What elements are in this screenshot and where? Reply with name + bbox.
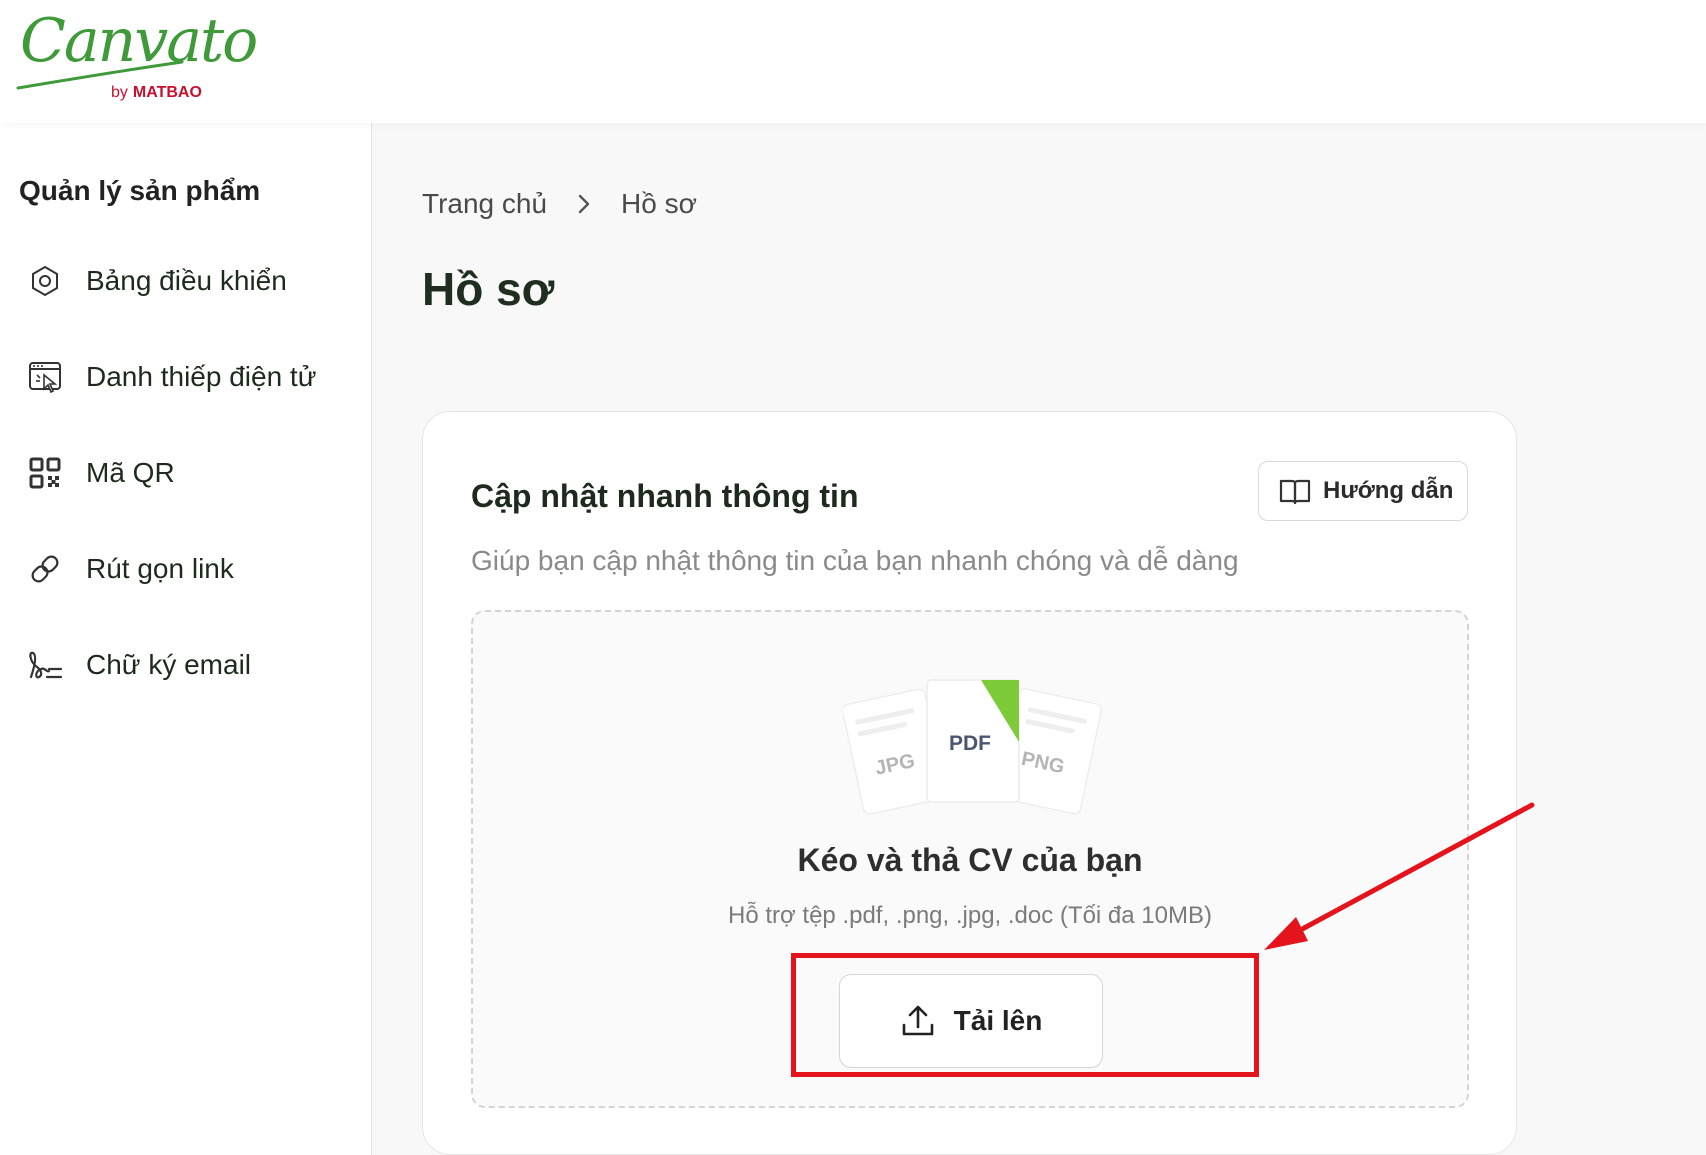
guide-button[interactable]: Hướng dẫn <box>1258 461 1468 521</box>
guide-button-label: Hướng dẫn <box>1323 477 1454 504</box>
page-title: Hồ sơ <box>422 263 555 315</box>
breadcrumb-current: Hồ sơ <box>621 188 697 219</box>
annotation-highlight-box <box>791 953 1259 1077</box>
top-header: Canvato by MATBAO <box>0 0 1706 123</box>
card-subtitle: Giúp bạn cập nhật thông tin của bạn nhan… <box>471 545 1239 576</box>
sidebar-item-label: Mã QR <box>86 457 175 488</box>
book-icon <box>1279 479 1311 505</box>
sidebar-item-label: Chữ ký email <box>86 649 252 680</box>
logo-by-text: by <box>111 84 128 101</box>
digital-card-icon <box>26 358 64 396</box>
sidebar-item-short-link[interactable]: Rút gọn link <box>0 537 372 601</box>
qr-code-icon <box>26 454 64 492</box>
canvato-logo[interactable]: Canvato by MATBAO <box>16 6 258 106</box>
logo-byline: by MATBAO <box>111 84 202 102</box>
file-type-pdf: PDF <box>949 732 991 755</box>
sidebar-item-label: Bảng điều khiển <box>86 265 287 296</box>
breadcrumb-home-link[interactable]: Trang chủ <box>422 188 547 220</box>
card-title: Cập nhật nhanh thông tin <box>471 478 859 514</box>
sidebar-item-dashboard[interactable]: Bảng điều khiển <box>0 249 372 313</box>
sidebar-item-label: Danh thiếp điện tử <box>86 361 317 392</box>
signature-icon <box>26 646 64 684</box>
sidebar-item-email-signature[interactable]: Chữ ký email <box>0 633 372 697</box>
sidebar-item-qr[interactable]: Mã QR <box>0 441 372 505</box>
chevron-right-icon <box>578 194 590 214</box>
sidebar-item-digital-card[interactable]: Danh thiếp điện tử <box>0 345 372 409</box>
sidebar: Quản lý sản phẩm Bảng điều khiển Danh th… <box>0 123 372 1155</box>
breadcrumb: Trang chủ Hồ sơ <box>422 188 697 220</box>
link-icon <box>26 550 64 588</box>
sidebar-item-label: Rút gọn link <box>86 553 234 584</box>
hexagon-settings-icon <box>26 262 64 300</box>
annotation-arrow-icon <box>1264 802 1535 950</box>
logo-brand-text: MATBAO <box>132 84 202 101</box>
file-types-illustration: JPG PNG PDF <box>843 679 1103 815</box>
sidebar-title: Quản lý sản phẩm <box>19 175 261 206</box>
